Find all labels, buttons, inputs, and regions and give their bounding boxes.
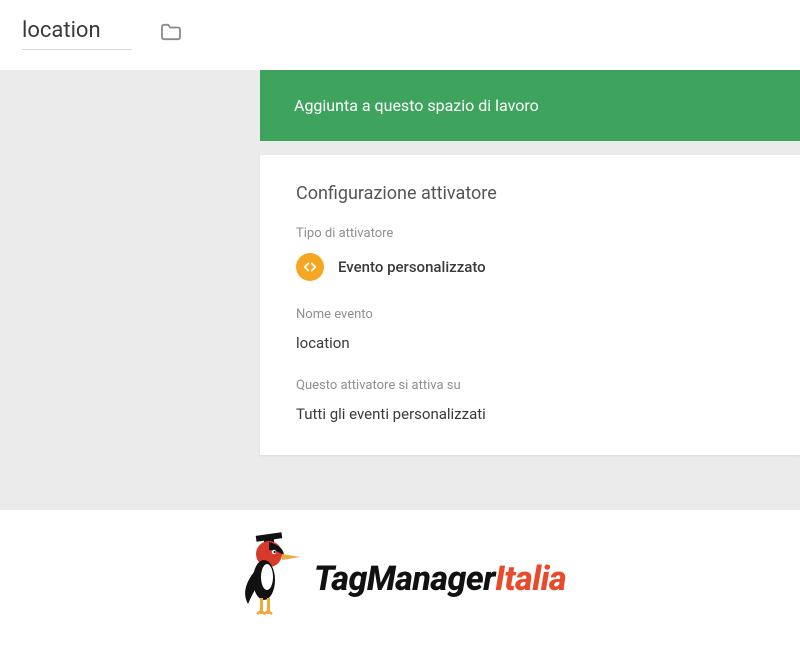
fires-on-value: Tutti gli eventi personalizzati bbox=[296, 405, 764, 423]
custom-event-icon bbox=[296, 253, 324, 281]
fires-on-label: Questo attivatore si attiva su bbox=[296, 378, 764, 393]
trigger-name-input[interactable]: location bbox=[22, 18, 132, 50]
workspace-area: Aggiunta a questo spazio di lavoro Confi… bbox=[0, 70, 800, 510]
logo-text: TagManagerItalia bbox=[314, 559, 566, 599]
banner-text: Aggiunta a questo spazio di lavoro bbox=[294, 96, 539, 115]
workspace-added-banner: Aggiunta a questo spazio di lavoro bbox=[260, 70, 800, 141]
trigger-config-card[interactable]: Configurazione attivatore Tipo di attiva… bbox=[260, 155, 800, 455]
card-title: Configurazione attivatore bbox=[296, 183, 764, 204]
trigger-type-label: Tipo di attivatore bbox=[296, 226, 764, 241]
woodpecker-mascot-icon bbox=[234, 532, 304, 626]
event-name-value: location bbox=[296, 334, 764, 352]
trigger-type-row: Evento personalizzato bbox=[296, 253, 764, 281]
header-bar: location bbox=[0, 0, 800, 70]
logo-text-part1: TagManager bbox=[314, 559, 495, 599]
trigger-type-value: Evento personalizzato bbox=[338, 258, 486, 276]
logo-text-part2: Italia bbox=[495, 559, 566, 599]
event-name-label: Nome evento bbox=[296, 307, 764, 322]
footer-logo: TagManagerItalia bbox=[0, 510, 800, 626]
folder-icon[interactable] bbox=[160, 23, 182, 45]
